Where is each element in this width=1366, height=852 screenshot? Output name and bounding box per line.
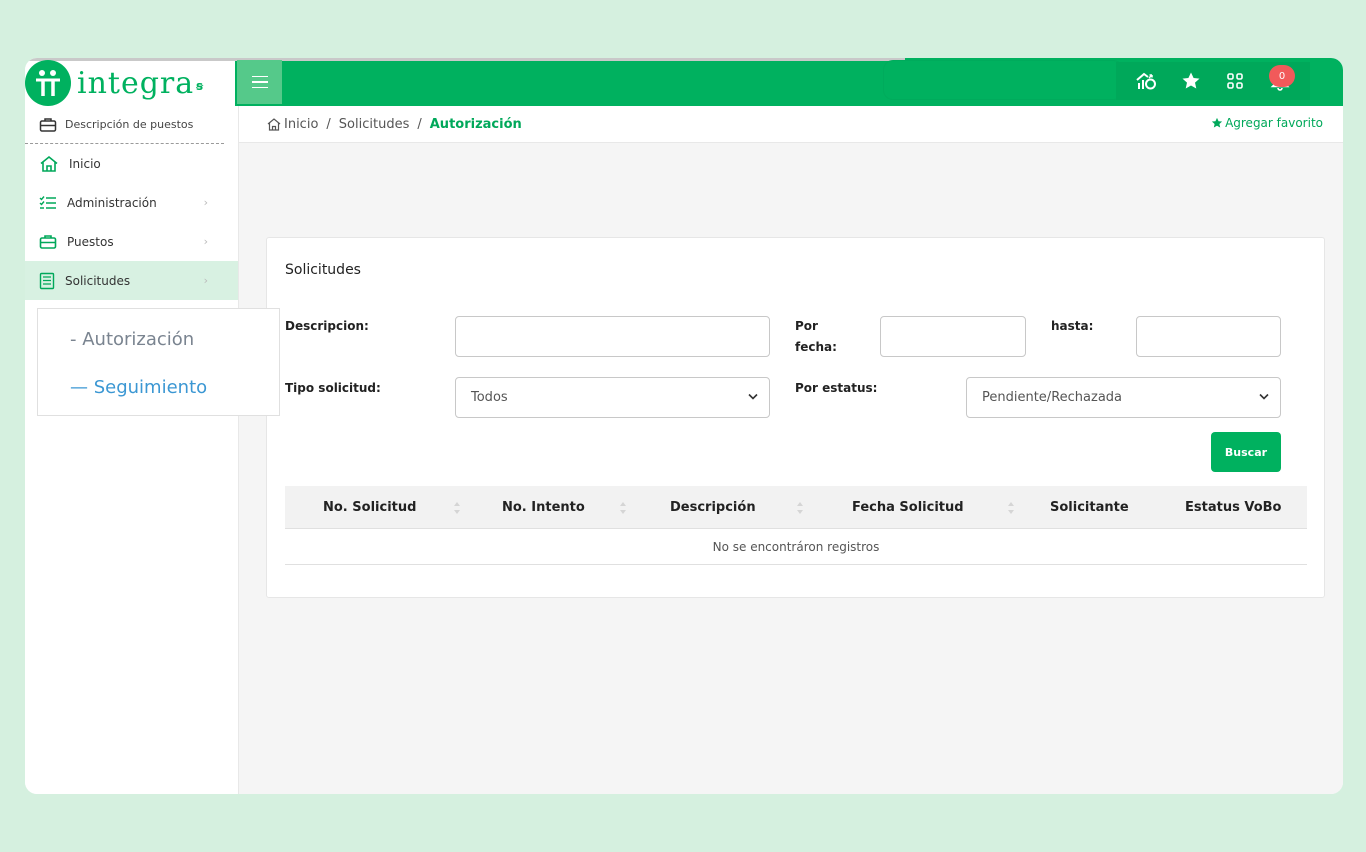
empty-table-message: No se encontráron registros — [285, 529, 1307, 565]
add-favorite-link[interactable]: Agregar favorito — [1211, 116, 1323, 130]
descripcion-label: Descripcion: — [285, 319, 369, 333]
chevron-right-icon: › — [203, 274, 208, 287]
column-solicitante[interactable]: Solicitante — [1050, 486, 1129, 529]
header-search-area[interactable] — [883, 60, 1123, 100]
logo-text: integra — [77, 65, 195, 101]
chevron-right-icon: › — [203, 235, 208, 248]
sort-icon[interactable] — [453, 500, 461, 516]
home-chart-icon[interactable] — [1133, 68, 1159, 94]
sidebar-item-administracion[interactable]: Administración › — [25, 183, 238, 222]
descripcion-input[interactable] — [455, 316, 770, 357]
app-window: integra ꞩ 0 Descripción de puestos Inici… — [25, 58, 1343, 794]
main-content: Inicio / Solicitudes / Autorización Agre… — [239, 106, 1343, 794]
column-fecha-solicitud[interactable]: Fecha Solicitud — [852, 486, 964, 529]
star-icon[interactable] — [1178, 68, 1204, 94]
sidebar-item-label: Solicitudes — [65, 273, 131, 288]
solicitudes-submenu: - Autorización — Seguimiento — [37, 308, 280, 416]
sidebar: Descripción de puestos Inicio Administra… — [25, 106, 239, 794]
logo[interactable]: integra ꞩ — [25, 60, 235, 106]
submenu-item-seguimiento[interactable]: — Seguimiento — [70, 377, 207, 398]
breadcrumb: Inicio / Solicitudes / Autorización Agre… — [239, 106, 1343, 143]
home-icon — [40, 155, 58, 172]
sort-icon[interactable] — [796, 500, 804, 516]
column-descripcion[interactable]: Descripción — [670, 486, 756, 529]
sidebar-module-title: Descripción de puestos — [25, 106, 224, 144]
sidebar-item-label: Puestos — [67, 234, 114, 249]
home-icon — [267, 117, 281, 131]
estatus-select[interactable]: Pendiente/Rechazada — [966, 377, 1281, 418]
chevron-right-icon: › — [203, 196, 208, 209]
briefcase-icon — [39, 117, 57, 132]
column-estatus-vobo[interactable]: Estatus VoBo — [1185, 486, 1281, 529]
tipo-solicitud-label: Tipo solicitud: — [285, 381, 381, 395]
sidebar-module-label: Descripción de puestos — [65, 118, 194, 131]
menu-toggle-button[interactable] — [237, 60, 282, 104]
star-icon — [1211, 117, 1223, 128]
briefcase-icon — [39, 234, 57, 249]
estatus-value: Pendiente/Rechazada — [982, 390, 1122, 405]
por-fecha-label-line2: fecha: — [795, 340, 837, 354]
submenu-item-autorizacion[interactable]: - Autorización — [70, 329, 194, 350]
svg-text:ꞩ: ꞩ — [196, 79, 204, 92]
sort-icon[interactable] — [619, 500, 627, 516]
breadcrumb-home[interactable]: Inicio — [284, 117, 318, 132]
search-button[interactable]: Buscar — [1211, 432, 1281, 472]
form-icon — [39, 272, 55, 289]
tipo-solicitud-select[interactable]: Todos — [455, 377, 770, 418]
sidebar-item-label: Administración — [67, 195, 157, 210]
sidebar-item-label: Inicio — [69, 156, 101, 171]
logo-s3-icon: ꞩ — [196, 79, 204, 92]
checklist-icon — [39, 195, 56, 209]
sort-icon[interactable] — [1007, 500, 1015, 516]
por-estatus-label: Por estatus: — [795, 381, 878, 395]
solicitudes-card: Solicitudes Descripcion: Por fecha: hast… — [266, 237, 1325, 598]
fecha-hasta-input[interactable] — [1136, 316, 1281, 357]
card-title: Solicitudes — [285, 262, 361, 278]
breadcrumb-parent[interactable]: Solicitudes — [339, 117, 410, 132]
chevron-down-icon — [1259, 393, 1269, 400]
sidebar-item-inicio[interactable]: Inicio — [25, 144, 238, 183]
fecha-desde-input[interactable] — [880, 316, 1026, 357]
por-fecha-label-line1: Por — [795, 319, 818, 333]
hasta-label: hasta: — [1051, 319, 1094, 333]
breadcrumb-current: Autorización — [429, 116, 522, 132]
column-no-intento[interactable]: No. Intento — [502, 486, 585, 529]
sidebar-item-puestos[interactable]: Puestos › — [25, 222, 238, 261]
chevron-down-icon — [748, 393, 758, 400]
table-header: No. Solicitud No. Intento Descripción Fe… — [285, 486, 1307, 529]
tipo-solicitud-value: Todos — [471, 390, 508, 405]
notifications-badge[interactable]: 0 — [1269, 65, 1295, 87]
column-no-solicitud[interactable]: No. Solicitud — [323, 486, 416, 529]
top-bar: integra ꞩ 0 — [25, 58, 1343, 106]
apps-grid-icon[interactable] — [1222, 68, 1248, 94]
add-favorite-label: Agregar favorito — [1225, 116, 1323, 130]
sidebar-item-solicitudes[interactable]: Solicitudes › — [25, 261, 238, 300]
logo-mark-icon — [25, 60, 71, 106]
